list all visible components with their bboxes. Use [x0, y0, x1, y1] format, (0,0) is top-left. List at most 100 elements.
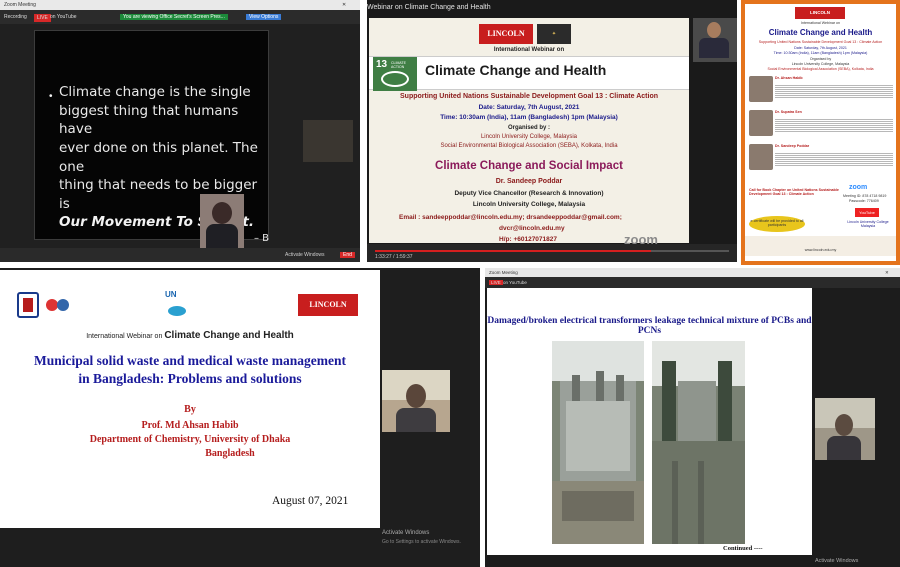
avatar: [212, 202, 232, 224]
author-name: Prof. Md Ahsan Habib: [141, 420, 239, 431]
webinar-title: Climate Change and Health: [164, 330, 294, 341]
organised-by: Organised by :: [507, 125, 550, 131]
quote-line: Climate change is the single: [59, 84, 251, 100]
speaker-email-2: dvcr@lincoln.edu.my: [499, 225, 565, 232]
youtube-label: on YouTube: [50, 14, 77, 20]
speaker-role: Deputy Vice Chancellor (Research & Innov…: [454, 190, 604, 197]
talk-date: August 07, 2021: [272, 495, 349, 507]
avatar: [406, 384, 426, 408]
activate-windows-subtext: Go to Settings to activate Windows.: [382, 539, 461, 545]
poster-body: LINCOLN International Webinar on Climate…: [745, 4, 896, 261]
talk-title-line-1: Municipal solid waste and medical waste …: [34, 353, 346, 368]
quote-line: ever done on this planet. The one: [59, 139, 258, 175]
activate-windows-text: Activate Windows: [382, 530, 430, 536]
live-badge[interactable]: LIVE: [489, 280, 503, 285]
end-button[interactable]: End: [340, 252, 355, 258]
close-icon[interactable]: ✕: [885, 270, 889, 276]
event-time: Time: 10:30am (India), 11am (Bangladesh)…: [440, 114, 618, 121]
participant-video-thumbnail[interactable]: [303, 120, 353, 162]
avatar-body: [699, 38, 729, 58]
zoom-meeting-panel-quote: Zoom Meeting ✕ Recording LIVE on YouTube…: [0, 0, 360, 262]
participant-video-thumbnail[interactable]: [693, 18, 737, 62]
poster-time: Time: 10:30am (India), 11am (Bangladesh)…: [773, 51, 868, 55]
passcode: Passcode: 776409: [849, 199, 879, 203]
main-title: Climate Change and Health: [425, 62, 607, 78]
speaker-bio: [775, 84, 893, 98]
poster-title: Climate Change and Health: [768, 28, 873, 37]
window-title: Zoom Meeting: [4, 2, 36, 8]
sdg-label: CLIMATE ACTION: [391, 61, 406, 69]
zoom-meeting-panel-bangladesh: UN LINCOLN International Webinar on Clim…: [0, 268, 480, 567]
youtube-label: on YouTube: [503, 280, 527, 285]
meeting-id: Meeting ID: 878 4718 9819: [843, 194, 887, 198]
avatar: [707, 22, 721, 38]
title-banner: 13 CLIMATE ACTION Climate Change and Hea…: [369, 56, 689, 91]
organiser-1: Lincoln University College, Malaysia: [791, 62, 850, 66]
partner-logo: ✦: [537, 24, 571, 44]
zoom-control-bar: Recording LIVE on YouTube You are viewin…: [0, 10, 360, 24]
bullet-mark: •: [49, 91, 53, 102]
lincoln-logo: LINCOLN: [479, 24, 533, 44]
activate-windows-text: Activate Windows: [815, 558, 859, 564]
organiser-2: Social Environmental Biological Associat…: [440, 143, 618, 149]
subtitle: Supporting United Nations Sustainable De…: [400, 93, 658, 100]
poster-footer: Lincoln University College Malaysia: [847, 220, 889, 228]
seek-bar-fill: [375, 250, 652, 252]
speaker-bio: [775, 118, 893, 132]
recording-indicator[interactable]: Recording: [4, 14, 27, 20]
certificate-badge: e-certificate will be provided to all pa…: [749, 216, 805, 232]
author-department: Department of Chemistry, University of D…: [89, 434, 291, 445]
avatar: [835, 414, 853, 436]
speaker-phone: H/p: +60127071827: [499, 236, 558, 243]
slide-title: Damaged/broken electrical transformers l…: [487, 316, 812, 336]
live-badge[interactable]: LIVE: [34, 14, 51, 22]
avatar-body: [206, 224, 238, 248]
speaker-video-thumbnail[interactable]: [815, 398, 875, 460]
sdg-number: 13: [376, 59, 388, 70]
quote-line: biggest thing that humans have: [59, 102, 239, 138]
shared-slide: Damaged/broken electrical transformers l…: [487, 288, 812, 555]
talk-title: Climate Change and Social Impact: [435, 160, 623, 172]
zoom-toolbar: Activate Windows End: [0, 248, 360, 262]
youtube-logo: YouTube: [855, 208, 879, 217]
contact-strip: www.lincoln.edu.my: [745, 236, 896, 256]
view-options-button[interactable]: View Options: [246, 14, 282, 20]
university-of-dhaka-logo: [17, 292, 39, 318]
seek-bar[interactable]: [375, 250, 729, 252]
un-logo: UN: [165, 290, 177, 299]
organiser-1: Lincoln University College, Malaysia: [480, 134, 578, 140]
avatar-body: [396, 408, 436, 432]
poster-subtitle: Supporting United Nations Sustainable De…: [758, 40, 883, 44]
zoom-control-bar: LIVE on YouTube: [485, 277, 900, 288]
website[interactable]: www.lincoln.edu.my: [745, 248, 896, 252]
speaker-photo: [749, 76, 773, 102]
shared-slide: UN LINCOLN International Webinar on Clim…: [0, 270, 380, 528]
intl-webinar-label: International Webinar on: [800, 21, 841, 25]
globe-icon: [381, 71, 409, 87]
speaker-email: Email : sandeeppoddar@lincoln.edu.my; dr…: [399, 214, 622, 221]
webinar-poster: LINCOLN International Webinar on Climate…: [741, 0, 900, 265]
video-title: Webinar on Climate Change and Health: [367, 4, 491, 11]
speaker-institution: Lincoln University College, Malaysia: [472, 201, 586, 208]
timecode: 1:33:27 / 1:59:37: [375, 254, 413, 260]
partner-logo: [46, 299, 69, 311]
avatar-body: [827, 436, 861, 460]
zoom-meeting-panel-transformers: Zoom Meeting ✕ LIVE on YouTube Damaged/b…: [485, 268, 900, 567]
speaker-photo: [749, 110, 773, 136]
talk-title-line-2: in Bangladesh: Problems and solutions: [78, 371, 302, 386]
player-controls: 1:33:27 / 1:59:37: [367, 244, 737, 262]
transformer-photo-2: [652, 341, 745, 544]
speaker-video-thumbnail[interactable]: [200, 194, 244, 248]
zoom-logo: zoom: [849, 184, 868, 191]
poster-date: Date: Saturday, 7th August, 2021: [794, 46, 847, 50]
lincoln-logo: LINCOLN: [298, 294, 358, 316]
event-date: Date: Saturday, 7th August, 2021: [478, 104, 580, 111]
speaker-photo: [749, 144, 773, 170]
window-title: Zoom Meeting: [489, 270, 518, 275]
speaker-video-thumbnail[interactable]: [382, 370, 450, 432]
continued-label: Continued ----: [723, 545, 763, 552]
zoom-title-bar: Zoom Meeting ✕: [0, 0, 360, 10]
activate-windows-text: Activate Windows: [285, 252, 325, 258]
call-for-chapter: Call for Book Chapter on United Nations …: [749, 188, 839, 196]
close-icon[interactable]: ✕: [342, 2, 346, 8]
